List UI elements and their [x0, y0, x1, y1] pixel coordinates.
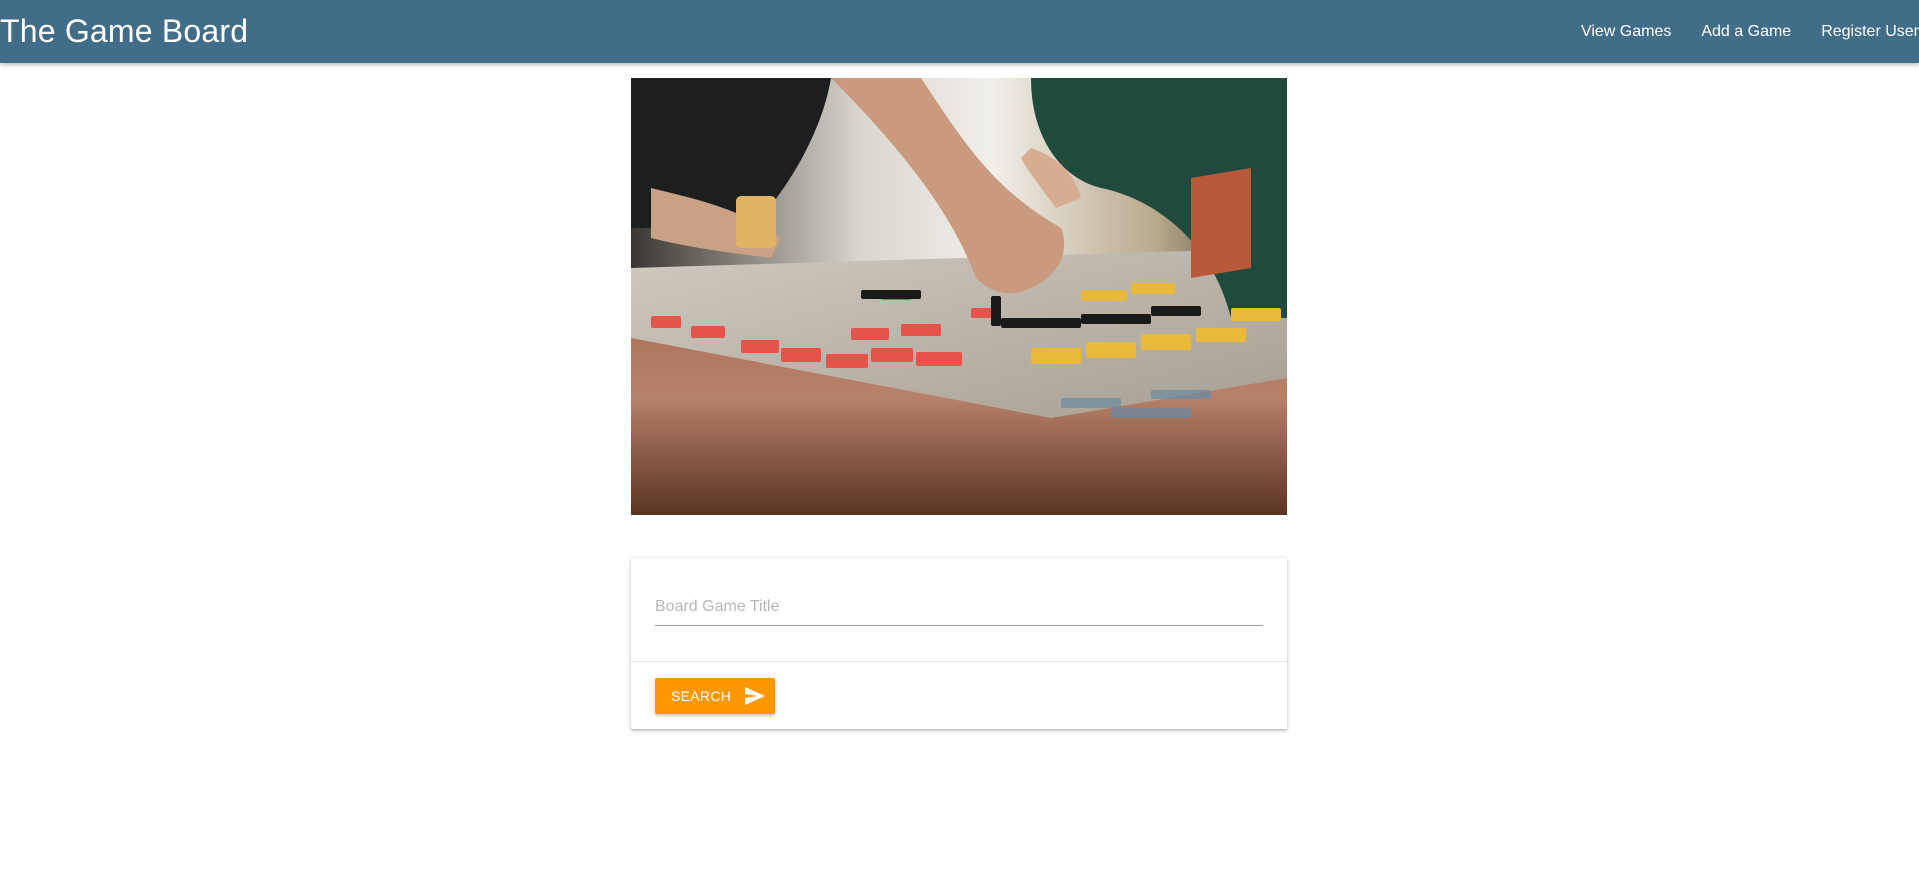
board-game-title-field — [655, 588, 1263, 626]
search-card-action: Search — [631, 661, 1287, 729]
search-button-label: Search — [671, 688, 732, 704]
board-game-title-input[interactable] — [655, 588, 1263, 626]
board-game-photo — [631, 78, 1287, 515]
search-card-content — [631, 558, 1287, 661]
nav-view-games[interactable]: View Games — [1566, 0, 1686, 63]
nav-links: View Games Add a Game Register User — [1566, 0, 1919, 63]
top-navbar: The Game Board View Games Add a Game Reg… — [0, 0, 1919, 63]
search-button[interactable]: Search — [655, 678, 775, 714]
hero-image — [631, 78, 1287, 515]
nav-register-user[interactable]: Register User — [1806, 0, 1919, 63]
send-icon — [745, 687, 766, 705]
nav-add-game[interactable]: Add a Game — [1686, 0, 1806, 63]
brand-logo[interactable]: The Game Board — [0, 0, 248, 63]
search-card: Search — [631, 558, 1287, 729]
